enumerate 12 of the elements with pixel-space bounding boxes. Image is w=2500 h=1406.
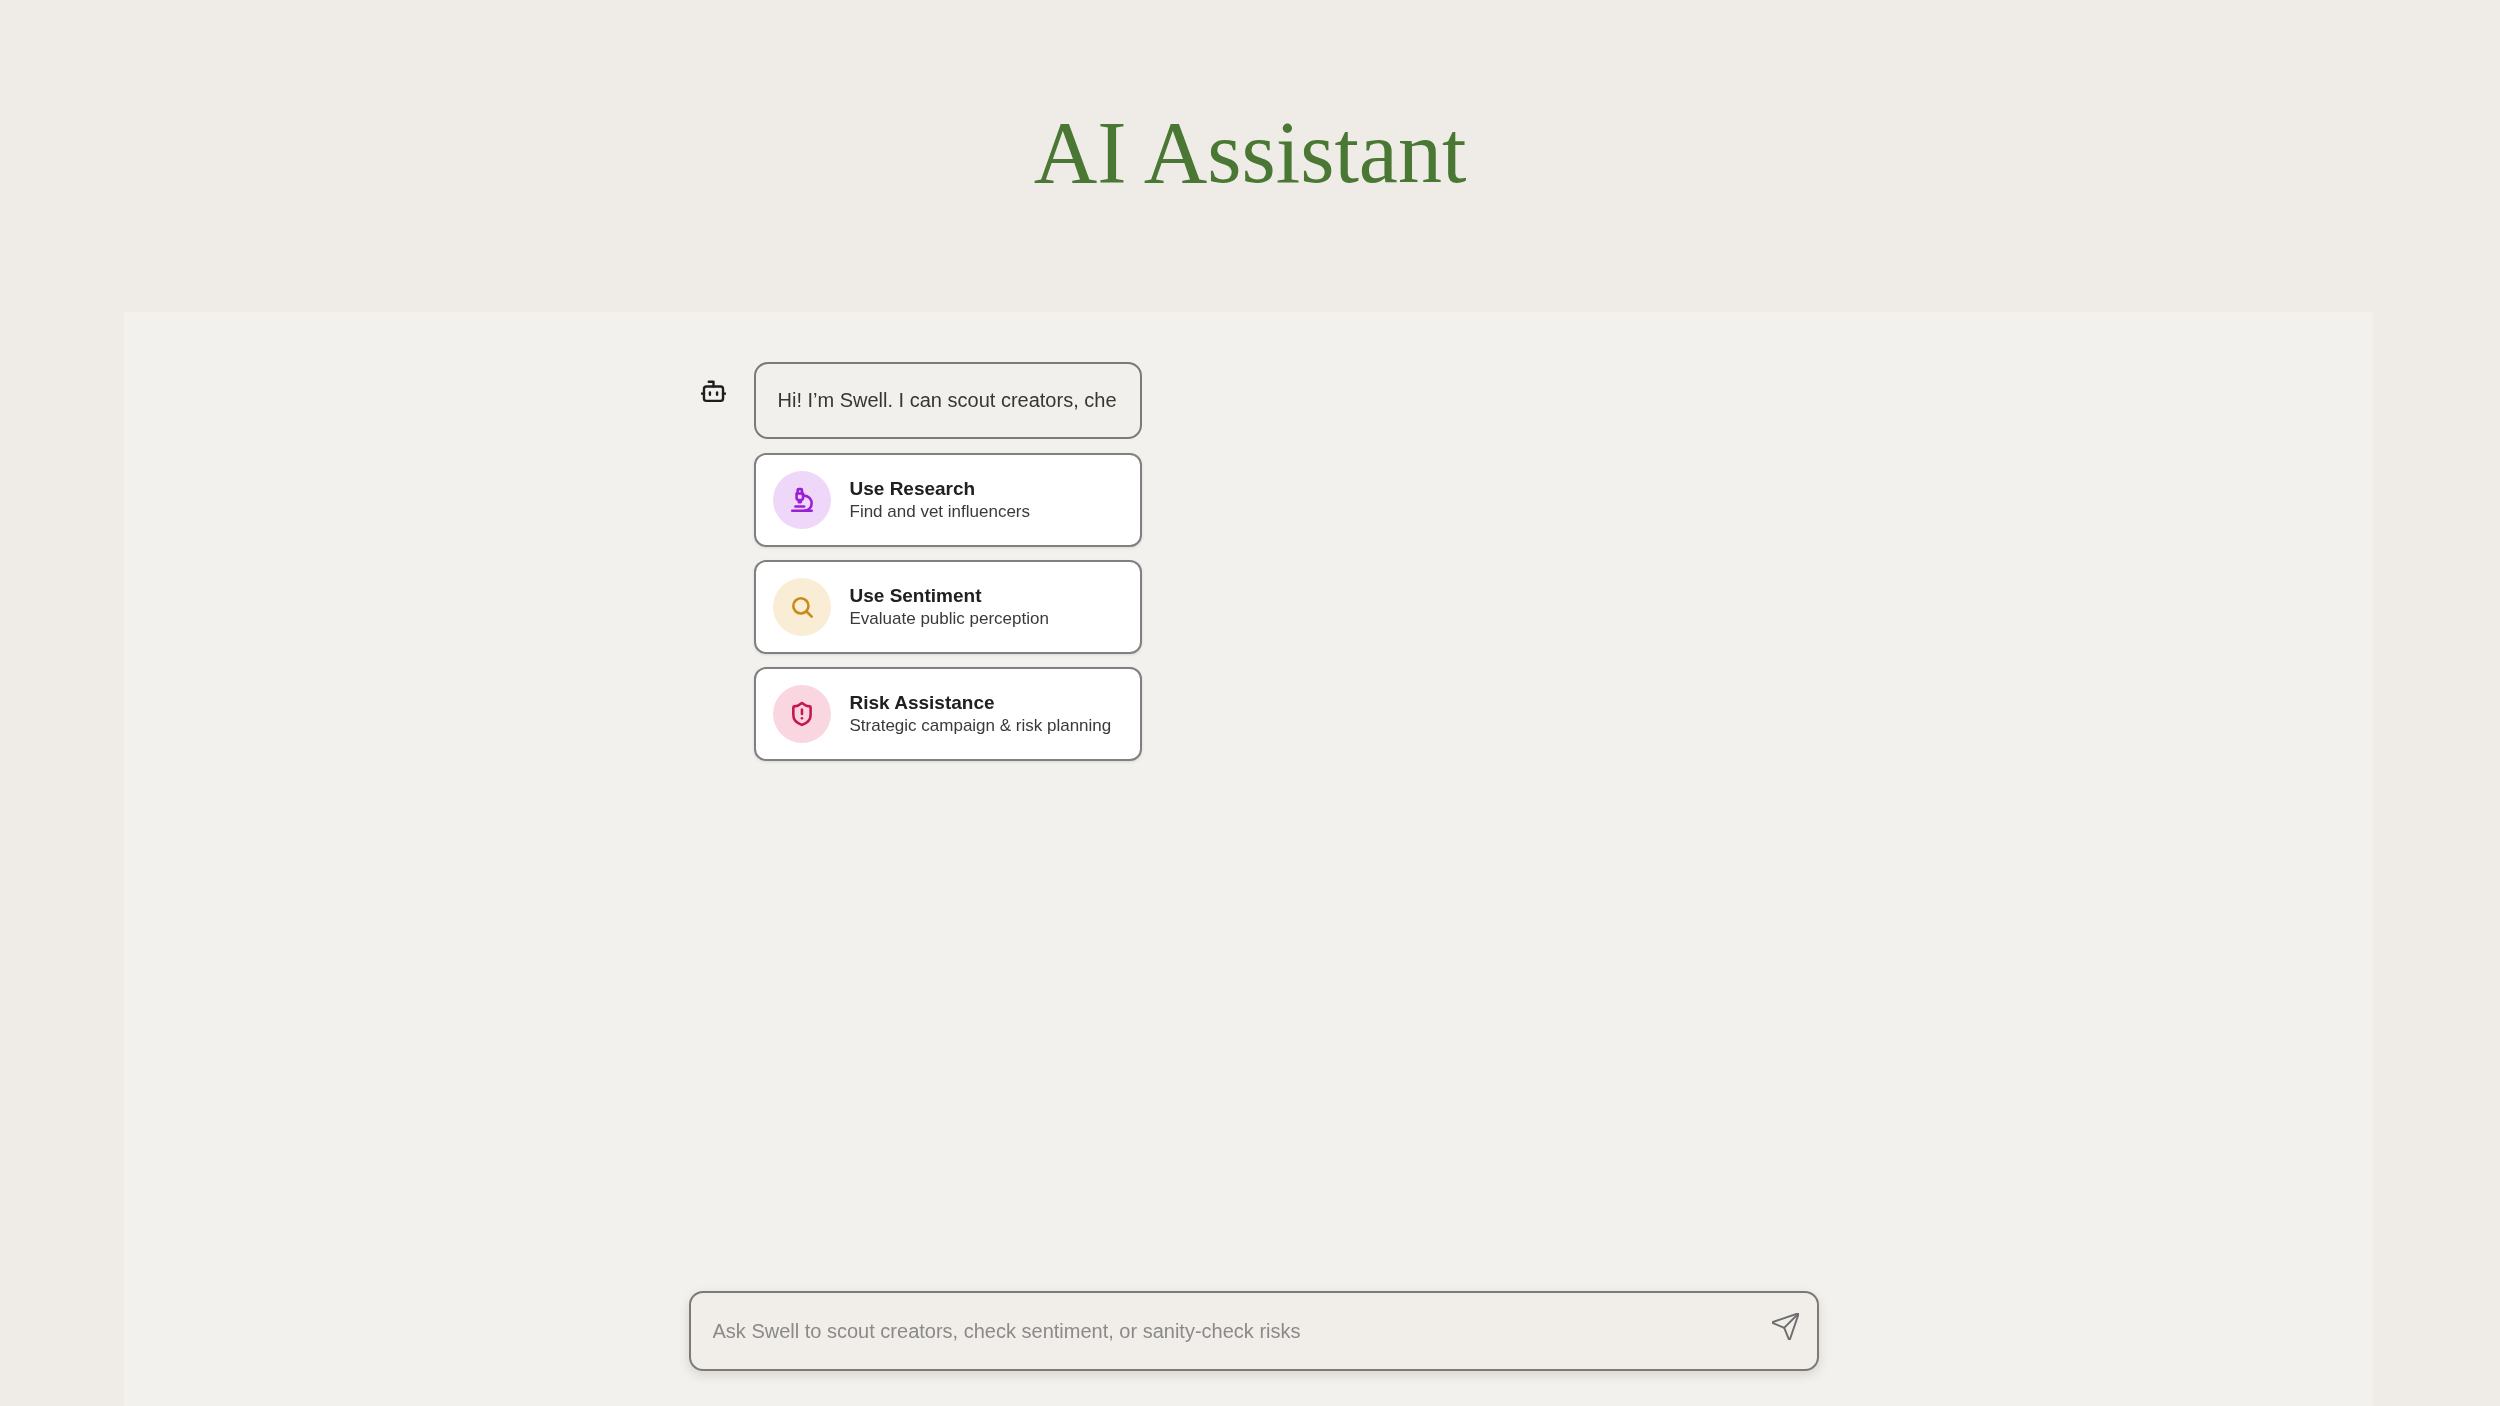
suggestion-card[interactable]: Use Sentiment Evaluate public perception [753, 560, 1142, 654]
shield-exclamation-icon [772, 685, 831, 743]
suggestion-card[interactable]: Risk Assistance Strategic campaign & risk planning [753, 667, 1142, 761]
send-icon [1771, 1313, 1799, 1340]
message-input[interactable]: Ask Swell to scout creators, check sentiment, or sanity-check risks [688, 1291, 1819, 1371]
robot-icon [700, 379, 726, 403]
page-title: AI Assistant [1033, 109, 1467, 197]
microscope-icon [772, 471, 831, 529]
search-icon [772, 578, 831, 636]
message-bubble: Hi! I’m Swell. I can scout creators, che [753, 362, 1142, 439]
suggestion-card[interactable]: Use Research Find and vet influencers [753, 453, 1142, 547]
send-button[interactable] [1771, 1313, 1799, 1340]
